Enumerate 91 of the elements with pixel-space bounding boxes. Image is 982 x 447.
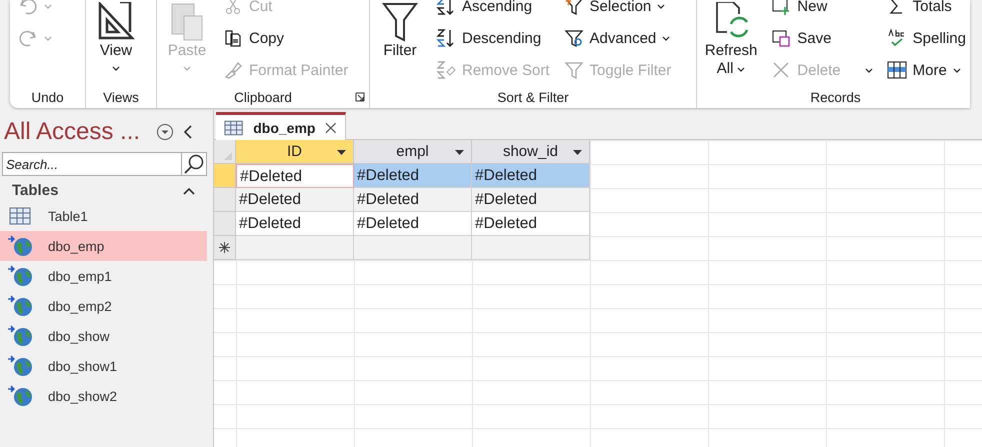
table-item[interactable]: dbo_emp	[0, 231, 207, 261]
redo-icon	[18, 28, 38, 48]
ribbon-button[interactable]: Descending	[432, 22, 554, 54]
ribbon-button[interactable]: Ascending	[432, 0, 554, 22]
table-item[interactable]: dbo_show2	[0, 381, 207, 411]
pane-title[interactable]: All Access ...	[4, 118, 140, 146]
sort-descending-icon	[436, 28, 456, 48]
table-item[interactable]: Table1	[0, 201, 207, 231]
table-item[interactable]: dbo_show	[0, 321, 207, 351]
linked-globe-icon	[6, 325, 34, 347]
collapse-icon[interactable]	[182, 124, 194, 140]
table-cell[interactable]: #Deleted	[236, 164, 354, 188]
ribbon-button[interactable]: Save	[767, 22, 877, 54]
table-icon	[224, 120, 244, 136]
linked-globe-icon	[6, 235, 34, 257]
caret-icon	[44, 4, 52, 8]
table-icon	[886, 60, 907, 80]
ribbon-button[interactable]: Copy	[219, 22, 352, 54]
ribbon-button[interactable]: More	[882, 54, 970, 86]
search-icon	[183, 153, 205, 175]
table-cell[interactable]: #Deleted	[354, 164, 472, 188]
section-header[interactable]: Tables	[12, 182, 58, 199]
undo-icon	[18, 0, 38, 16]
search-button[interactable]	[181, 152, 207, 176]
large-button[interactable]: View	[90, 0, 142, 86]
scissors-icon	[223, 0, 243, 16]
ribbon-button[interactable]: Spelling	[882, 22, 970, 54]
clipboard-icon	[170, 2, 204, 42]
new-record-icon	[219, 242, 230, 253]
ribbon-button[interactable]: New	[767, 0, 877, 22]
linked-globe-icon	[6, 355, 34, 377]
spelling-check-icon	[886, 28, 907, 48]
table-cell[interactable]: #Deleted	[236, 212, 354, 236]
funnel-gear-icon	[564, 28, 584, 48]
copy-icon	[223, 28, 243, 48]
group-label: Undo	[31, 90, 64, 104]
dropdown-arrow-icon[interactable]	[455, 150, 464, 155]
dropdown-arrow-icon[interactable]	[337, 150, 346, 155]
corner-triangle-icon	[223, 151, 233, 161]
caret-icon	[44, 36, 52, 40]
ribbon-button[interactable]: Selection	[560, 0, 676, 22]
new-record-cell[interactable]	[236, 236, 354, 260]
caret-icon	[112, 66, 120, 71]
chevron-icon[interactable]	[183, 186, 195, 194]
table-item[interactable]: dbo_emp2	[0, 291, 207, 321]
table-cell[interactable]: #Deleted	[354, 212, 472, 236]
linked-globe-icon	[6, 265, 34, 287]
table-cell[interactable]: #Deleted	[472, 188, 590, 212]
group-label: Clipboard	[234, 90, 292, 104]
table-cell[interactable]: #Deleted	[354, 188, 472, 212]
refresh-all-button[interactable]: Refresh All	[701, 0, 762, 86]
table-item[interactable]: dbo_show1	[0, 351, 207, 381]
row-selector[interactable]	[214, 236, 236, 260]
caret-icon	[657, 4, 666, 8]
group-label: Views	[103, 90, 139, 104]
column-header[interactable]: ID	[236, 140, 354, 164]
group-label: Sort & Filter	[497, 90, 569, 104]
caret-icon	[952, 68, 961, 72]
column-header[interactable]: show_id	[472, 140, 590, 164]
linked-globe-icon	[6, 295, 34, 317]
dropdown-arrow-icon[interactable]	[573, 150, 582, 155]
sort-ascending-icon	[436, 0, 456, 16]
column-header[interactable]: empl	[354, 140, 472, 164]
funnel-icon	[382, 2, 418, 42]
search-field[interactable]: Search...	[2, 152, 181, 176]
table-cell[interactable]: #Deleted	[472, 212, 590, 236]
remove-sort-icon	[436, 60, 456, 80]
table-item[interactable]: dbo_emp1	[0, 261, 207, 291]
caret-icon	[737, 66, 746, 72]
group-label: Records	[810, 90, 861, 104]
ribbon-button[interactable]: Advanced	[560, 22, 676, 54]
linked-globe-icon	[6, 385, 34, 407]
caret-icon	[183, 66, 191, 71]
dialog-launcher-icon[interactable]	[355, 92, 365, 102]
paintbrush-icon	[223, 60, 243, 80]
new-record-icon	[771, 0, 792, 16]
table-cell[interactable]: #Deleted	[236, 188, 354, 212]
close-icon[interactable]	[325, 122, 337, 134]
dropdown-icon[interactable]	[156, 123, 174, 141]
save-icon	[771, 28, 792, 48]
caret-icon	[864, 68, 873, 72]
new-record-cell[interactable]	[472, 236, 590, 260]
new-record-cell[interactable]	[354, 236, 472, 260]
ribbon-button[interactable]: Totals	[882, 0, 970, 22]
large-button[interactable]: Filter	[374, 0, 426, 86]
document-tab[interactable]: dbo_emp	[216, 112, 346, 140]
caret-icon	[662, 36, 670, 40]
close-icon	[771, 60, 792, 80]
funnel-lightning-icon	[564, 0, 584, 16]
table-cell[interactable]: #Deleted	[472, 164, 590, 188]
funnel-icon	[564, 60, 584, 80]
